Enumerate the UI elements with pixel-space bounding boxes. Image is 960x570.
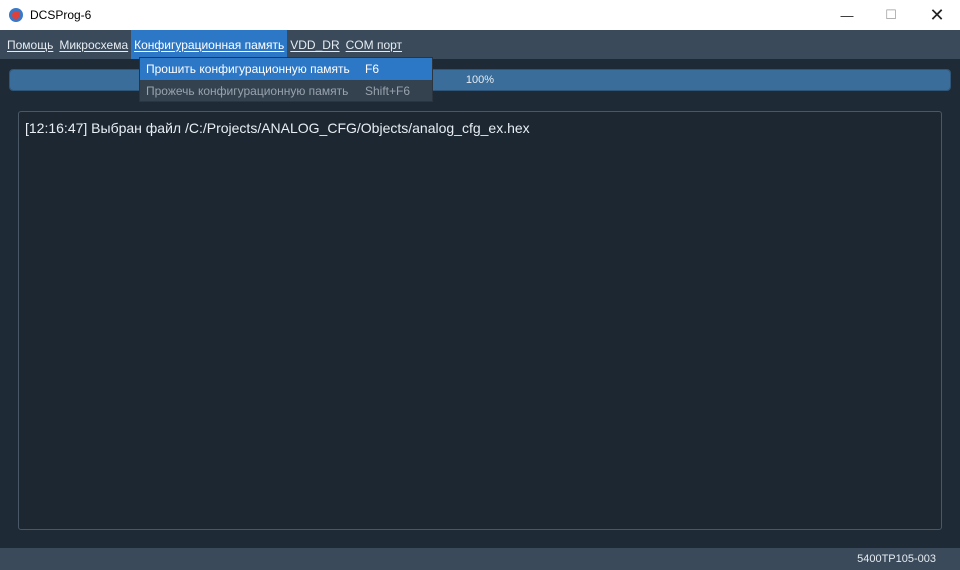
menu-com-port[interactable]: COM порт: [343, 30, 405, 59]
app-logo-icon: [9, 8, 23, 22]
log-line: [12:16:47] Выбран файл /C:/Projects/ANAL…: [25, 120, 530, 136]
menu-vdd-dr[interactable]: VDD_DR: [287, 30, 342, 59]
config-memory-dropdown: Прошить конфигурационную память F6 Проже…: [139, 57, 433, 102]
close-button[interactable]: ✕: [914, 0, 960, 30]
log-output[interactable]: [12:16:47] Выбран файл /C:/Projects/ANAL…: [18, 111, 942, 530]
menu-chip[interactable]: Микросхема: [56, 30, 131, 59]
menu-bar: Помощь Микросхема Конфигурационная памят…: [0, 30, 960, 59]
title-bar: DCSProg-6 — ☐ ✕: [0, 0, 960, 30]
status-device-name: 5400ТР105-003: [857, 553, 936, 565]
maximize-button[interactable]: ☐: [868, 0, 914, 30]
status-bar: 5400ТР105-003: [0, 548, 960, 570]
menu-item-label: Прошить конфигурационную память: [146, 62, 350, 76]
menu-help[interactable]: Помощь: [4, 30, 56, 59]
minimize-button[interactable]: —: [824, 0, 870, 30]
menu-item-shortcut: Shift+F6: [365, 84, 411, 98]
window-title: DCSProg-6: [30, 8, 92, 22]
menu-item-flash-config[interactable]: Прошить конфигурационную память F6: [140, 58, 432, 80]
menu-item-burn-config[interactable]: Прожечь конфигурационную память Shift+F6: [140, 80, 432, 102]
menu-item-label: Прожечь конфигурационную память: [146, 84, 349, 98]
menu-config-memory[interactable]: Конфигурационная память: [131, 30, 288, 59]
menu-item-shortcut: F6: [365, 62, 380, 76]
